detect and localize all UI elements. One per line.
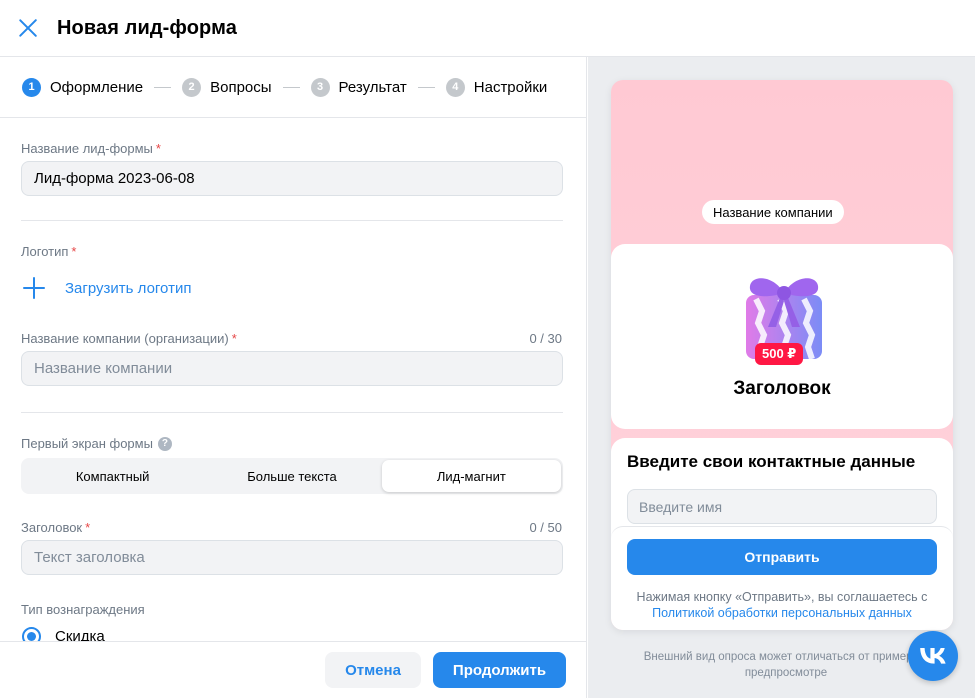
continue-button[interactable]: Продолжить	[433, 652, 566, 688]
form: Название лид-формы * Лид-форма 2023-06-08…	[0, 141, 586, 646]
close-icon[interactable]	[17, 17, 39, 39]
step-number: 1	[22, 77, 41, 97]
help-icon[interactable]: ?	[157, 436, 172, 451]
send-button[interactable]: Отправить	[627, 539, 937, 575]
preview-title: Заголовок	[733, 378, 831, 399]
option-lead-magnet[interactable]: Лид-магнит	[381, 460, 561, 492]
step-number: 2	[182, 77, 202, 97]
preview-note: Внешний вид опроса может отличаться от п…	[643, 651, 929, 679]
cancel-button[interactable]: Отмена	[325, 652, 421, 688]
header: Новая лид-форма	[0, 0, 975, 57]
heading-label: Заголовок * 0 / 50	[21, 520, 562, 535]
footer: Отмена Продолжить	[0, 641, 586, 698]
step-divider	[417, 86, 435, 88]
upload-logo-button[interactable]: Загрузить логотип	[21, 273, 562, 303]
step-design[interactable]: 1 Оформление	[22, 77, 144, 97]
consent-text: Нажимая кнопку «Отправить», вы соглашает…	[636, 590, 928, 620]
first-screen-label: Первый экран формы ?	[21, 436, 562, 451]
divider	[21, 412, 563, 413]
company-name-label: Название компании (организации) * 0 / 30	[21, 331, 562, 346]
step-label: Результат	[338, 78, 407, 96]
step-label: Вопросы	[210, 78, 272, 96]
option-more-text[interactable]: Больше текста	[202, 460, 381, 492]
vk-logo-icon[interactable]	[908, 631, 958, 681]
step-divider	[154, 86, 172, 88]
required-mark: *	[231, 331, 237, 346]
required-mark: *	[155, 141, 161, 156]
step-number: 3	[310, 77, 330, 97]
heading-input[interactable]: Текст заголовка	[21, 540, 563, 575]
vk-icon	[920, 648, 946, 664]
contact-title: Введите свои контактные данные	[627, 452, 916, 471]
char-counter: 0 / 50	[529, 520, 562, 535]
step-questions[interactable]: 2 Вопросы	[182, 77, 272, 97]
company-name-input[interactable]: Название компании	[21, 351, 563, 386]
form-preview: Название компании 500 ₽ Заголовок Введит…	[611, 80, 953, 630]
company-name-pill: Название компании	[702, 200, 844, 224]
step-number: 4	[445, 77, 465, 97]
plus-icon	[23, 277, 45, 299]
step-result[interactable]: 3 Результат	[310, 77, 407, 97]
form-name-label: Название лид-формы *	[21, 141, 161, 156]
step-divider	[282, 86, 300, 88]
submit-area: Отправить Нажимая кнопку «Отправить», вы…	[611, 526, 953, 630]
preview-panel: Название компании 500 ₽ Заголовок Введит…	[588, 57, 975, 698]
stepper: 1 Оформление 2 Вопросы 3 Результат 4 Нас…	[0, 57, 586, 118]
logo-label: Логотип *	[21, 244, 77, 259]
step-label: Оформление	[50, 78, 144, 96]
reward-type-label: Тип вознаграждения	[21, 602, 145, 617]
divider	[21, 220, 563, 221]
privacy-policy-link[interactable]: Политикой обработки персональных данных	[652, 606, 912, 620]
upload-logo-label: Загрузить логотип	[65, 279, 192, 297]
required-mark: *	[71, 244, 77, 259]
form-name-input[interactable]: Лид-форма 2023-06-08	[21, 161, 563, 196]
name-input[interactable]: Введите имя	[627, 489, 937, 524]
lead-magnet-card: 500 ₽ Заголовок	[611, 244, 953, 429]
option-compact[interactable]: Компактный	[23, 460, 202, 492]
step-label: Настройки	[473, 78, 548, 96]
editor-panel: 1 Оформление 2 Вопросы 3 Результат 4 Нас…	[0, 57, 587, 698]
first-screen-selector: Компактный Больше текста Лид-магнит	[21, 458, 563, 494]
step-settings[interactable]: 4 Настройки	[445, 77, 548, 97]
page-title: Новая лид-форма	[57, 16, 237, 39]
required-mark: *	[85, 520, 91, 535]
char-counter: 0 / 30	[529, 331, 562, 346]
price-badge: 500 ₽	[755, 343, 804, 365]
